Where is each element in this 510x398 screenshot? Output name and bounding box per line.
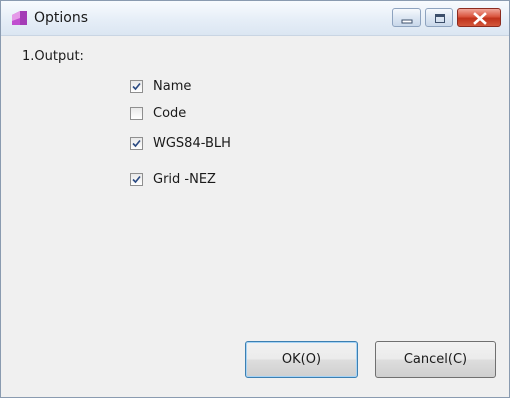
code-label: Code bbox=[153, 106, 187, 121]
options-dialog: Options 1.Output: Name Code WGS84-BLH Gr… bbox=[0, 0, 510, 398]
wgs84-blh-label: WGS84-BLH bbox=[153, 136, 231, 151]
window-title: Options bbox=[34, 10, 89, 26]
output-section-label: 1.Output: bbox=[22, 49, 84, 64]
maximize-icon bbox=[435, 14, 445, 23]
name-label: Name bbox=[153, 79, 192, 94]
checkmark-icon bbox=[132, 82, 141, 91]
minimize-button[interactable] bbox=[392, 8, 421, 27]
minimize-icon bbox=[401, 19, 413, 24]
close-button[interactable] bbox=[457, 8, 501, 27]
wgs84-blh-checkbox[interactable] bbox=[130, 137, 143, 150]
ok-button[interactable]: OK(O) bbox=[245, 341, 358, 378]
grid-nez-checkbox[interactable] bbox=[130, 173, 143, 186]
checkmark-icon bbox=[132, 139, 141, 148]
app-icon bbox=[11, 10, 28, 26]
grid-nez-label: Grid -NEZ bbox=[153, 172, 216, 187]
cancel-button[interactable]: Cancel(C) bbox=[375, 341, 496, 378]
title-bar[interactable]: Options bbox=[1, 1, 509, 36]
maximize-button[interactable] bbox=[425, 8, 453, 27]
name-checkbox[interactable] bbox=[130, 80, 143, 93]
close-icon bbox=[473, 12, 487, 25]
code-checkbox[interactable] bbox=[130, 107, 143, 120]
checkmark-icon bbox=[132, 175, 141, 184]
